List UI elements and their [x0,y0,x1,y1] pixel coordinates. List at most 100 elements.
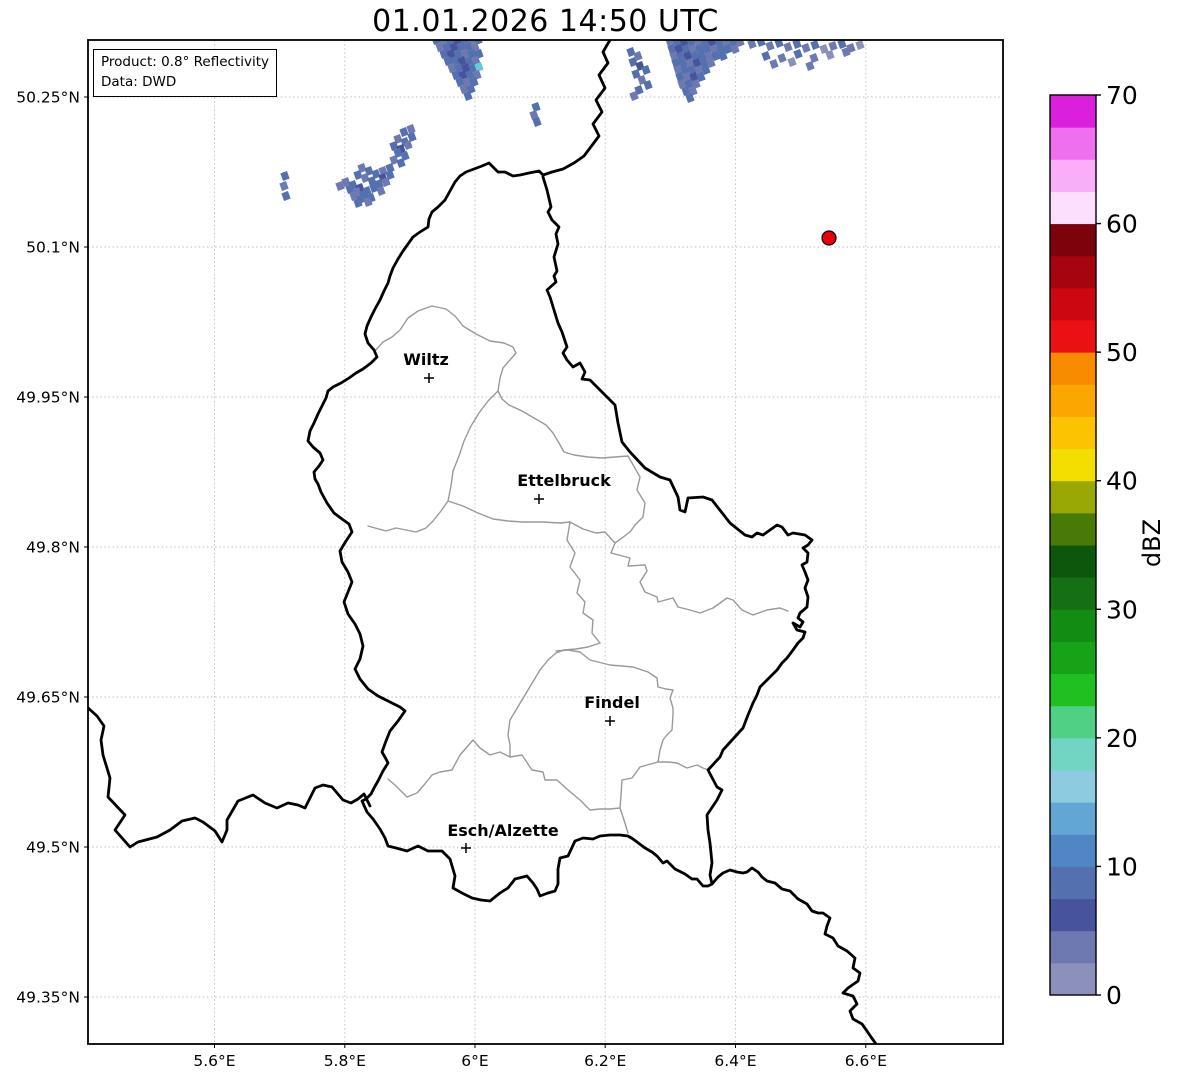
city-marker-ettelbruck [534,494,544,504]
data-source-line: Data: DWD [101,74,177,91]
y-tick-label: 49.35°N [16,989,80,1007]
x-tick-label: 6.4°E [714,1052,756,1070]
radar-echo-cell [777,53,787,63]
colorbar-segment [1050,802,1096,835]
city-label: Findel [584,693,640,712]
luxembourg-outline [306,161,814,903]
x-tick-label: 5.8°E [324,1052,366,1070]
colorbar-segment [1050,320,1096,353]
radar-echo-cell [769,59,779,69]
y-tick-label: 49.8°N [26,539,80,557]
colorbar-segment [1050,834,1096,867]
x-axis-labels: 5.6°E 5.8°E 6°E 6.2°E 6.4°E 6.6°E [193,1052,887,1070]
y-tick-label: 49.5°N [26,839,80,857]
colorbar-tick-label: 70 [1106,81,1138,110]
y-axis-labels: 50.25°N 50.1°N 49.95°N 49.8°N 49.65°N 49.5°N 4… [16,89,80,1007]
colorbar-segment [1050,127,1096,160]
radar-echo-cell [279,181,289,191]
colorbar-segment [1050,673,1096,707]
country-borders [88,40,878,1044]
radar-echoes [279,40,865,208]
colorbar-segment [1050,705,1096,739]
canton-border-line [387,739,659,811]
colorbar-segment [1050,448,1096,482]
canton-border-line [508,404,629,459]
radar-echo-cell [810,40,820,50]
colorbar-segment [1050,898,1096,932]
colorbar-tick-label: 30 [1106,595,1138,624]
radar-echo-cell [828,41,838,51]
radar-echo-cell [756,40,766,47]
y-tick-label: 50.1°N [26,239,80,257]
radar-echo-cell [783,42,793,52]
y-tick-label: 49.95°N [16,389,80,407]
city-label: Ettelbruck [517,471,611,490]
canton-border-line [614,455,646,544]
y-tick-label: 49.65°N [16,689,80,707]
colorbar-unit-label: dBZ [1138,518,1166,568]
city-marker-wiltz [424,373,434,383]
radar-echo-cell [280,171,290,181]
city-label: Esch/Alzette [447,821,559,840]
city-annotations: Wiltz Ettelbruck Findel Esch/Alzette [403,350,640,853]
colorbar-segment [1050,255,1096,289]
radar-echo-cell [407,132,417,142]
radar-site-marker [821,230,837,246]
colorbar-tick-label: 40 [1106,467,1138,496]
colorbar-tick-label: 20 [1106,724,1138,753]
colorbar-segment [1050,770,1096,803]
x-tick-label: 6.2°E [584,1052,626,1070]
colorbar-segment [1050,287,1096,321]
radar-map-figure: 01.01.2026 14:50 UTC 5.6°E 5.8°E 6°E 6.2°E 6… [0,0,1184,1081]
colorbar-segment [1050,609,1096,642]
product-info-box: Product: 0.8° Reflectivity Data: DWD [93,49,277,97]
colorbar-segment [1050,866,1096,900]
colorbar-segment [1050,577,1096,610]
radar-echo-cell [805,61,815,71]
product-line: Product: 0.8° Reflectivity [101,54,269,70]
canton-border-line [566,521,601,644]
radar-echo-cell [281,191,291,201]
radar-echo-cell [787,57,797,67]
radar-echo-cell [809,53,819,63]
city-marker-esch-alzette [461,843,471,853]
colorbar-segment [1050,480,1096,514]
colorbar-segment [1050,962,1096,996]
colorbar-tick-label: 60 [1106,210,1138,239]
radar-echo-cell [765,41,775,51]
colorbar-segment [1050,512,1096,546]
x-tick-label: 6°E [461,1052,488,1070]
city-marker-findel [605,716,615,726]
canton-border-line [657,761,709,771]
colorbar-segment [1050,641,1096,675]
colorbar-tick-label: 50 [1106,338,1138,367]
y-tick-label: 50.25°N [16,89,80,107]
colorbar-tick-label: 10 [1106,852,1138,881]
colorbar-segment [1050,545,1096,578]
canton-borders [367,305,789,834]
colorbar-segment [1050,95,1096,128]
colorbar-segment [1050,930,1096,964]
radar-echo-cell [761,51,771,61]
colorbar: 0 10 20 30 40 50 60 70 [1049,81,1138,1010]
x-tick-label: 5.6°E [193,1052,235,1070]
radar-echo-cell [801,43,811,53]
canton-border-line [619,807,629,834]
colorbar-segment [1050,416,1096,450]
colorbar-segment [1050,737,1096,771]
colorbar-segment [1050,159,1096,192]
colorbar-tick-label: 0 [1106,981,1122,1010]
radar-echo-cell [793,49,803,59]
moselle-france-germany-border [710,866,878,1044]
colorbar-segment [1050,191,1096,225]
city-label: Wiltz [403,350,449,369]
canton-border-line [447,500,789,616]
canton-border-line [367,390,499,533]
belgium-germany-border [541,40,612,177]
map-canvas: 5.6°E 5.8°E 6°E 6.2°E 6.4°E 6.6°E 50.25°N 50.1°… [16,39,1138,1070]
x-tick-label: 6.6°E [845,1052,887,1070]
colorbar-segment [1050,223,1096,257]
radar-echo-cell [855,40,865,50]
colorbar-segment [1050,384,1096,417]
france-belgium-border [88,706,372,849]
